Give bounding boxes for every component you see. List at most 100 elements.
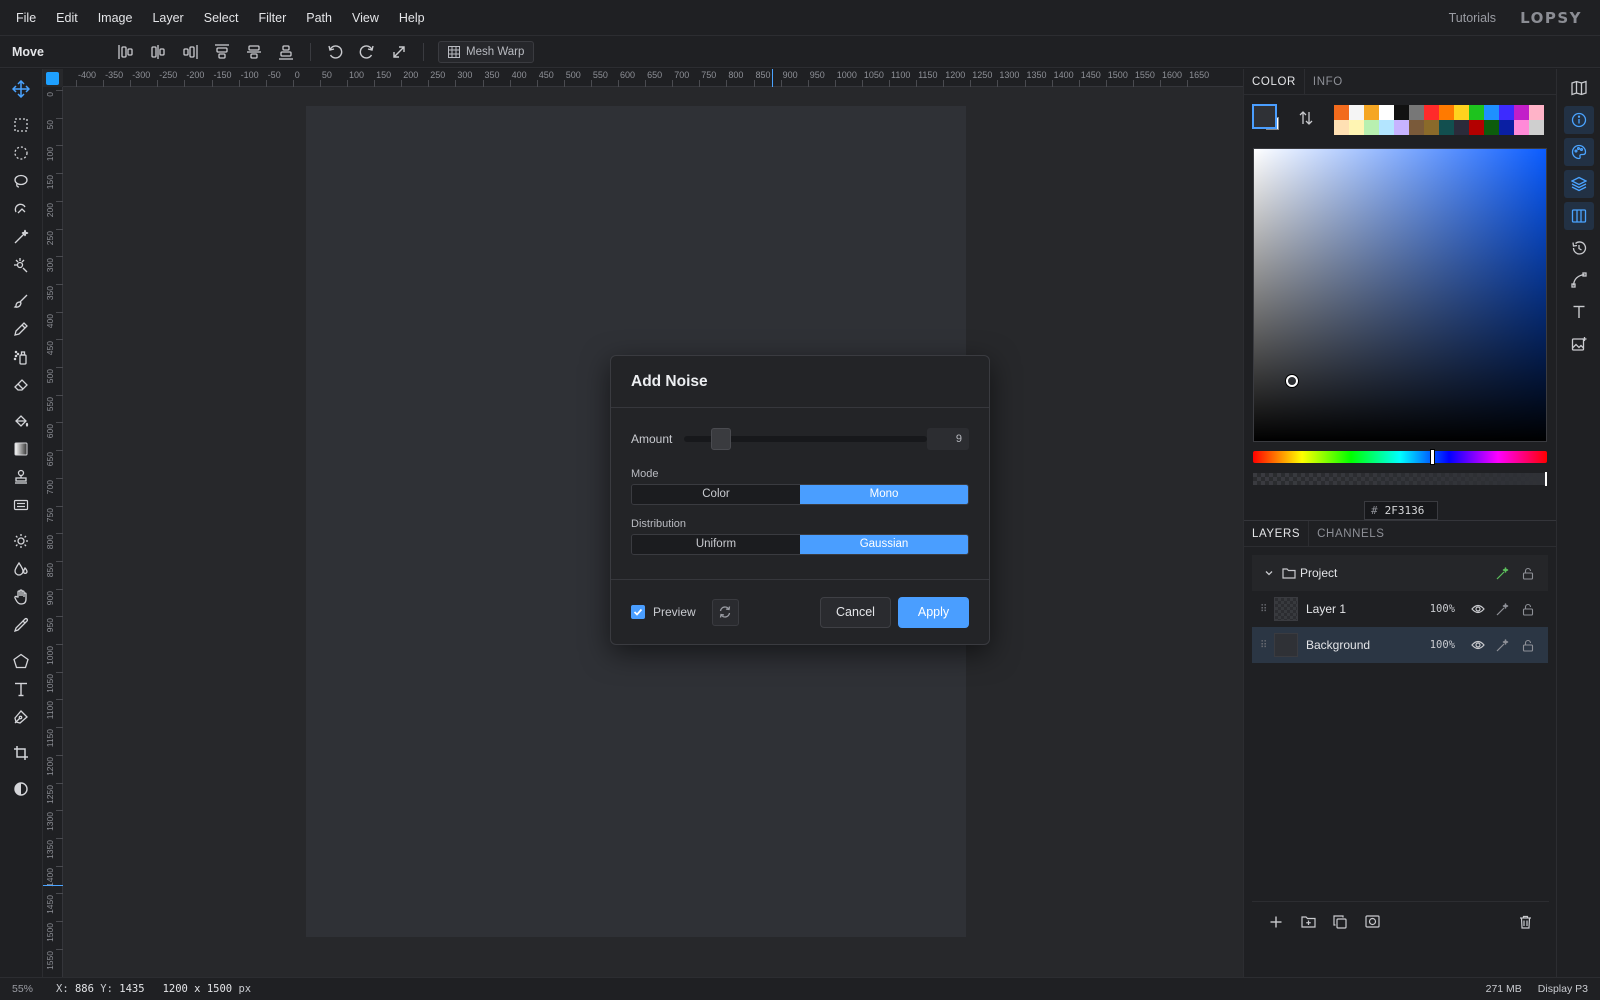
hue-slider[interactable] bbox=[1253, 450, 1547, 464]
drag-handle-icon[interactable]: ⠿ bbox=[1260, 604, 1274, 615]
add-group-icon[interactable] bbox=[1292, 915, 1324, 928]
color-preset-swatch[interactable] bbox=[1469, 120, 1484, 135]
expand-icon[interactable] bbox=[383, 38, 415, 66]
spray-icon[interactable] bbox=[5, 343, 37, 371]
align-left-icon[interactable] bbox=[110, 38, 142, 66]
color-preset-swatch[interactable] bbox=[1424, 120, 1439, 135]
layers-icon[interactable] bbox=[1563, 170, 1594, 198]
color-preset-swatch[interactable] bbox=[1454, 105, 1469, 120]
tutorials-link[interactable]: Tutorials bbox=[1449, 11, 1496, 25]
hue-slider-handle[interactable] bbox=[1431, 450, 1435, 464]
color-preset-swatch[interactable] bbox=[1409, 105, 1424, 120]
menu-view[interactable]: View bbox=[342, 0, 389, 35]
dodge-icon[interactable] bbox=[5, 527, 37, 555]
pencil-icon[interactable] bbox=[5, 315, 37, 343]
layer-group-row[interactable]: Project bbox=[1252, 555, 1548, 591]
color-preset-swatch[interactable] bbox=[1379, 105, 1394, 120]
amount-slider-thumb[interactable] bbox=[711, 428, 732, 450]
ruler-corner[interactable] bbox=[46, 72, 59, 85]
refresh-preview-button[interactable] bbox=[711, 598, 739, 626]
move-tool-icon[interactable] bbox=[5, 75, 37, 103]
navigator-icon[interactable] bbox=[1564, 74, 1594, 102]
blur-drop-icon[interactable] bbox=[5, 555, 37, 583]
palette-icon[interactable] bbox=[1563, 138, 1594, 166]
trash-icon[interactable] bbox=[1509, 915, 1541, 929]
color-preset-swatch[interactable] bbox=[1484, 120, 1499, 135]
paint-bucket-icon[interactable] bbox=[5, 407, 37, 435]
distribution-gaussian-option[interactable]: Gaussian bbox=[800, 535, 968, 554]
color-preset-swatch[interactable] bbox=[1529, 120, 1544, 135]
cancel-button[interactable]: Cancel bbox=[820, 596, 891, 628]
align-top-icon[interactable] bbox=[206, 38, 238, 66]
pattern-icon[interactable] bbox=[5, 491, 37, 519]
color-preset-swatch[interactable] bbox=[1439, 105, 1454, 120]
preview-label[interactable]: Preview bbox=[653, 605, 696, 619]
lasso-icon[interactable] bbox=[5, 167, 37, 195]
info-icon[interactable] bbox=[1563, 106, 1594, 134]
menu-filter[interactable]: Filter bbox=[248, 0, 296, 35]
rect-select-icon[interactable] bbox=[5, 111, 37, 139]
duplicate-layer-icon[interactable] bbox=[1324, 914, 1356, 929]
mesh-warp-button[interactable]: Mesh Warp bbox=[438, 40, 535, 63]
color-preset-swatch[interactable] bbox=[1514, 105, 1529, 120]
ruler-horizontal[interactable]: -400 -350 -300 -250 -200 -150 -100 -50 0 50 100 150… bbox=[63, 69, 1243, 87]
color-preset-swatch[interactable] bbox=[1349, 120, 1364, 135]
rotate-cw-icon[interactable] bbox=[351, 38, 383, 66]
color-preset-swatch[interactable] bbox=[1379, 120, 1394, 135]
magic-wand-icon[interactable] bbox=[5, 223, 37, 251]
polygon-icon[interactable] bbox=[5, 647, 37, 675]
magnetic-lasso-icon[interactable] bbox=[5, 195, 37, 223]
tab-info[interactable]: INFO bbox=[1305, 69, 1351, 94]
zoom-level[interactable]: 55% bbox=[0, 983, 50, 995]
tab-color[interactable]: COLOR bbox=[1244, 69, 1305, 94]
color-preset-swatch[interactable] bbox=[1454, 120, 1469, 135]
apply-button[interactable]: Apply bbox=[898, 596, 969, 628]
color-preset-swatch[interactable] bbox=[1334, 120, 1349, 135]
foreground-color-swatch[interactable] bbox=[1252, 104, 1277, 129]
color-preset-swatch[interactable] bbox=[1394, 120, 1409, 135]
menu-layer[interactable]: Layer bbox=[142, 0, 193, 35]
text-tool-icon[interactable] bbox=[5, 675, 37, 703]
brush-icon[interactable] bbox=[5, 287, 37, 315]
mode-mono-option[interactable]: Mono bbox=[800, 485, 968, 504]
effects-icon[interactable] bbox=[1490, 566, 1515, 580]
color-preset-swatch[interactable] bbox=[1484, 105, 1499, 120]
color-preset-swatch[interactable] bbox=[1349, 105, 1364, 120]
color-preset-swatch[interactable] bbox=[1364, 120, 1379, 135]
drag-handle-icon[interactable]: ⠿ bbox=[1260, 640, 1274, 651]
color-preset-swatch[interactable] bbox=[1514, 120, 1529, 135]
chevron-down-icon[interactable] bbox=[1260, 568, 1278, 578]
add-layer-icon[interactable] bbox=[1260, 915, 1292, 929]
preview-checkbox[interactable] bbox=[631, 605, 645, 619]
paths-icon[interactable] bbox=[1564, 266, 1594, 294]
color-preset-swatch[interactable] bbox=[1409, 120, 1424, 135]
menu-file[interactable]: File bbox=[6, 0, 46, 35]
menu-select[interactable]: Select bbox=[194, 0, 249, 35]
layer-opacity[interactable]: 100% bbox=[1430, 639, 1455, 651]
tab-channels[interactable]: CHANNELS bbox=[1309, 521, 1392, 546]
color-preset-swatch[interactable] bbox=[1334, 105, 1349, 120]
ellipse-select-icon[interactable] bbox=[5, 139, 37, 167]
color-preset-swatch[interactable] bbox=[1439, 120, 1454, 135]
pen-tool-icon[interactable] bbox=[5, 703, 37, 731]
effects-icon[interactable] bbox=[1490, 602, 1515, 616]
character-icon[interactable] bbox=[1564, 298, 1594, 326]
saturation-value-picker[interactable] bbox=[1253, 148, 1547, 442]
color-preset-swatch[interactable] bbox=[1364, 105, 1379, 120]
contrast-icon[interactable] bbox=[5, 775, 37, 803]
mask-layer-icon[interactable] bbox=[1356, 915, 1388, 928]
quick-select-icon[interactable] bbox=[5, 251, 37, 279]
swap-colors-icon[interactable] bbox=[1299, 110, 1313, 126]
align-middle-v-icon[interactable] bbox=[238, 38, 270, 66]
ruler-vertical[interactable]: 0 50 100 150 200 250 300 350 400 450 500 550 600 650 7… bbox=[43, 87, 63, 977]
stamp-icon[interactable] bbox=[5, 463, 37, 491]
align-center-h-icon[interactable] bbox=[142, 38, 174, 66]
align-right-icon[interactable] bbox=[174, 38, 206, 66]
lock-icon[interactable] bbox=[1515, 603, 1540, 616]
alpha-slider-handle[interactable] bbox=[1545, 472, 1547, 486]
menu-path[interactable]: Path bbox=[296, 0, 342, 35]
gradient-icon[interactable] bbox=[5, 435, 37, 463]
image-adjust-icon[interactable] bbox=[1564, 330, 1594, 358]
lock-icon[interactable] bbox=[1515, 639, 1540, 652]
layer-opacity[interactable]: 100% bbox=[1430, 603, 1455, 615]
